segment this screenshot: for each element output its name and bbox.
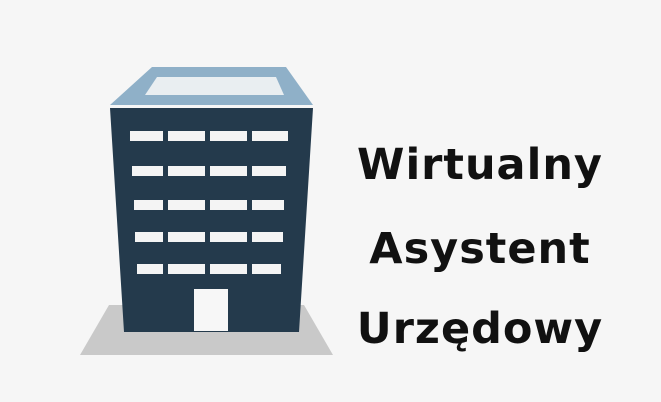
building-roof-glass (145, 77, 284, 95)
title-line-1: Wirtualny (357, 140, 603, 190)
app-title: Wirtualny Asystent Urzędowy (340, 130, 620, 360)
building-door (194, 289, 228, 331)
title-line-2: Asystent (369, 224, 591, 274)
logo-frame: Wirtualny Asystent Urzędowy (0, 0, 661, 402)
title-line-3: Urzędowy (356, 304, 604, 354)
